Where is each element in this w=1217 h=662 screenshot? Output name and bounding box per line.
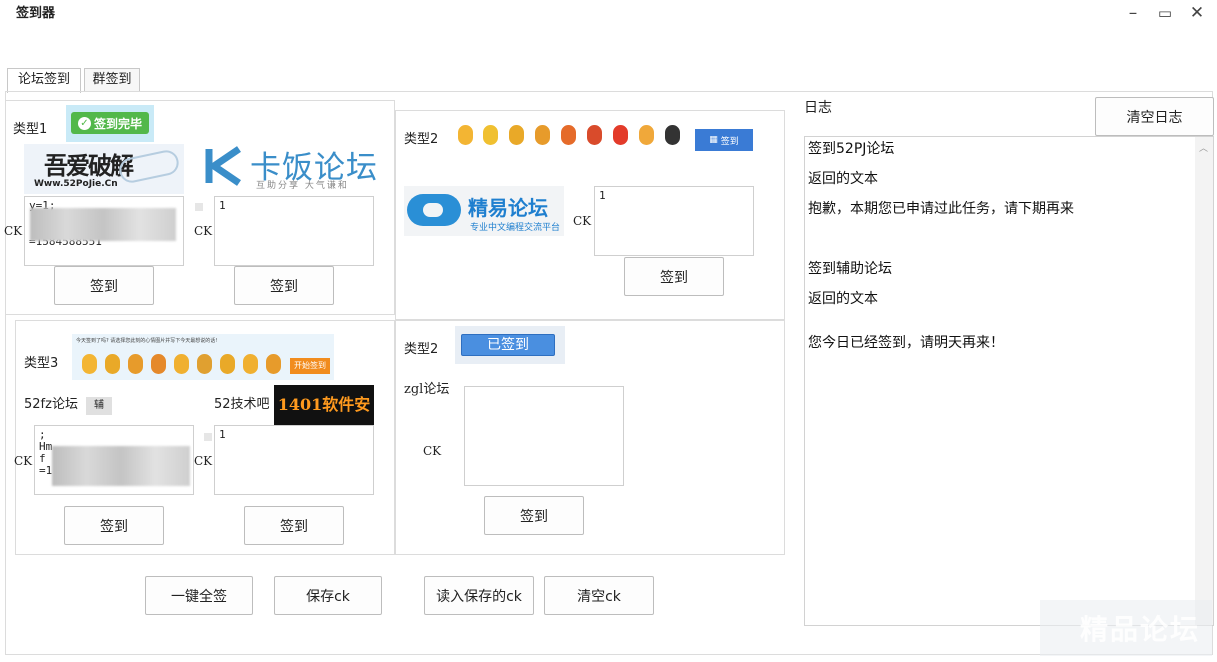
- scroll-up-icon[interactable]: ︿: [1199, 141, 1208, 154]
- log-line: 返回的文本: [808, 291, 878, 307]
- type3-ck2-input[interactable]: 1: [214, 425, 374, 495]
- type2-bottom-ck-label: CK: [423, 444, 442, 458]
- mood-icon: [535, 125, 550, 145]
- checkbox-mark: [204, 433, 212, 441]
- window-title: 签到器: [16, 6, 56, 21]
- log-line: 返回的文本: [808, 171, 878, 187]
- mood-icon: [639, 125, 654, 145]
- type1-ck2-input[interactable]: 1: [214, 196, 374, 266]
- type2-bottom-label: 类型2: [404, 342, 439, 357]
- check-icon: ✓: [77, 116, 91, 130]
- site-kafan-logo: 卡饭论坛 互助分享 大气谦和: [204, 142, 386, 192]
- type2-bottom-site-label: zgl论坛: [404, 382, 450, 397]
- watermark: 精品论坛: [1040, 600, 1212, 656]
- save-ck-button[interactable]: 保存ck: [274, 576, 382, 615]
- redacted-overlay: [52, 446, 190, 486]
- type1-label: 类型1: [13, 122, 48, 137]
- mood-icon: [128, 354, 143, 374]
- banner-start-button[interactable]: 开始签到: [290, 358, 330, 374]
- type3-site2-sign-button[interactable]: 签到: [244, 506, 344, 545]
- type2-top-label: 类型2: [404, 132, 439, 147]
- type2-bottom-ck-input[interactable]: [464, 386, 624, 486]
- mood-icon: [613, 125, 628, 145]
- mood-icon: [174, 354, 189, 374]
- type1-ck2-label: CK: [194, 224, 213, 238]
- site-1401-logo: 1401软件安全: [274, 385, 374, 454]
- log-line: 抱歉，本期您已申请过此任务，请下期再来: [808, 201, 1074, 217]
- type2-top-ck-label: CK: [573, 214, 592, 228]
- sign-all-button[interactable]: 一键全签: [145, 576, 253, 615]
- mood-icons-row: [455, 122, 687, 158]
- mood-icon: [266, 354, 281, 374]
- type3-site1-sign-button[interactable]: 签到: [64, 506, 164, 545]
- mood-icon: [105, 354, 120, 374]
- clear-ck-button[interactable]: 清空ck: [544, 576, 654, 615]
- type2-bottom-sign-button[interactable]: 签到: [484, 496, 584, 535]
- type2-top-sign-button[interactable]: 签到: [624, 257, 724, 296]
- checkbox-mark: [195, 203, 203, 211]
- maximize-icon[interactable]: ▭: [1154, 2, 1176, 24]
- mood-icon: [509, 125, 524, 145]
- type3-ck2-label: CK: [194, 454, 213, 468]
- close-icon[interactable]: ✕: [1186, 2, 1208, 24]
- log-line: 签到辅助论坛: [808, 261, 892, 277]
- site-jingyi-logo: 精易论坛 专业中文编程交流平台: [404, 186, 564, 236]
- mood-icon: [483, 125, 498, 145]
- type2-top-sign-icon-button[interactable]: ▦ 签到: [695, 129, 753, 151]
- type3-site2-label: 52技术吧: [214, 397, 270, 412]
- tab-forum-signin[interactable]: 论坛签到: [7, 68, 81, 93]
- type3-mood-banner: 今天签到了吗? 请选择您此刻的心情图片并写下今天最想说的话! 开始签到: [72, 334, 334, 380]
- type3-site1-label: 52fz论坛: [24, 397, 78, 412]
- log-label: 日志: [804, 100, 832, 116]
- type1-site2-sign-button[interactable]: 签到: [234, 266, 334, 305]
- mood-icon: [665, 125, 680, 145]
- log-line: 您今日已经签到，请明天再来！: [808, 335, 1004, 351]
- load-ck-button[interactable]: 读入保存的ck: [424, 576, 534, 615]
- mood-icon: [197, 354, 212, 374]
- calendar-icon: ▦: [709, 135, 718, 145]
- mood-icon: [561, 125, 576, 145]
- mood-icon: [220, 354, 235, 374]
- type3-site1-tag: 辅: [86, 397, 112, 415]
- mood-icon: [151, 354, 166, 374]
- log-line: 签到52PJ论坛: [808, 141, 895, 157]
- mood-icon: [82, 354, 97, 374]
- kafan-k-icon: [205, 146, 241, 186]
- type1-badge-text: 签到完毕: [93, 116, 142, 131]
- log-scrollbar[interactable]: ︿: [1195, 137, 1213, 625]
- site-52pojie-logo: 吾爱破解 Www.52PoJie.Cn: [24, 144, 184, 194]
- type3-label: 类型3: [24, 356, 59, 371]
- type2-bottom-status-badge: 已签到: [455, 326, 565, 364]
- mood-icon: [587, 125, 602, 145]
- type2-top-ck-input[interactable]: 1: [594, 186, 754, 256]
- mood-icon: [458, 125, 473, 145]
- redacted-overlay: [30, 208, 176, 241]
- minimize-icon[interactable]: –: [1122, 2, 1144, 24]
- mood-icon: [243, 354, 258, 374]
- clear-log-button[interactable]: 清空日志: [1095, 97, 1214, 136]
- type3-ck1-label: CK: [14, 454, 33, 468]
- type1-site1-sign-button[interactable]: 签到: [54, 266, 154, 305]
- tab-group-signin[interactable]: 群签到: [84, 68, 140, 92]
- type1-status-badge: ✓ 签到完毕: [66, 105, 154, 142]
- type1-ck1-label: CK: [4, 224, 23, 238]
